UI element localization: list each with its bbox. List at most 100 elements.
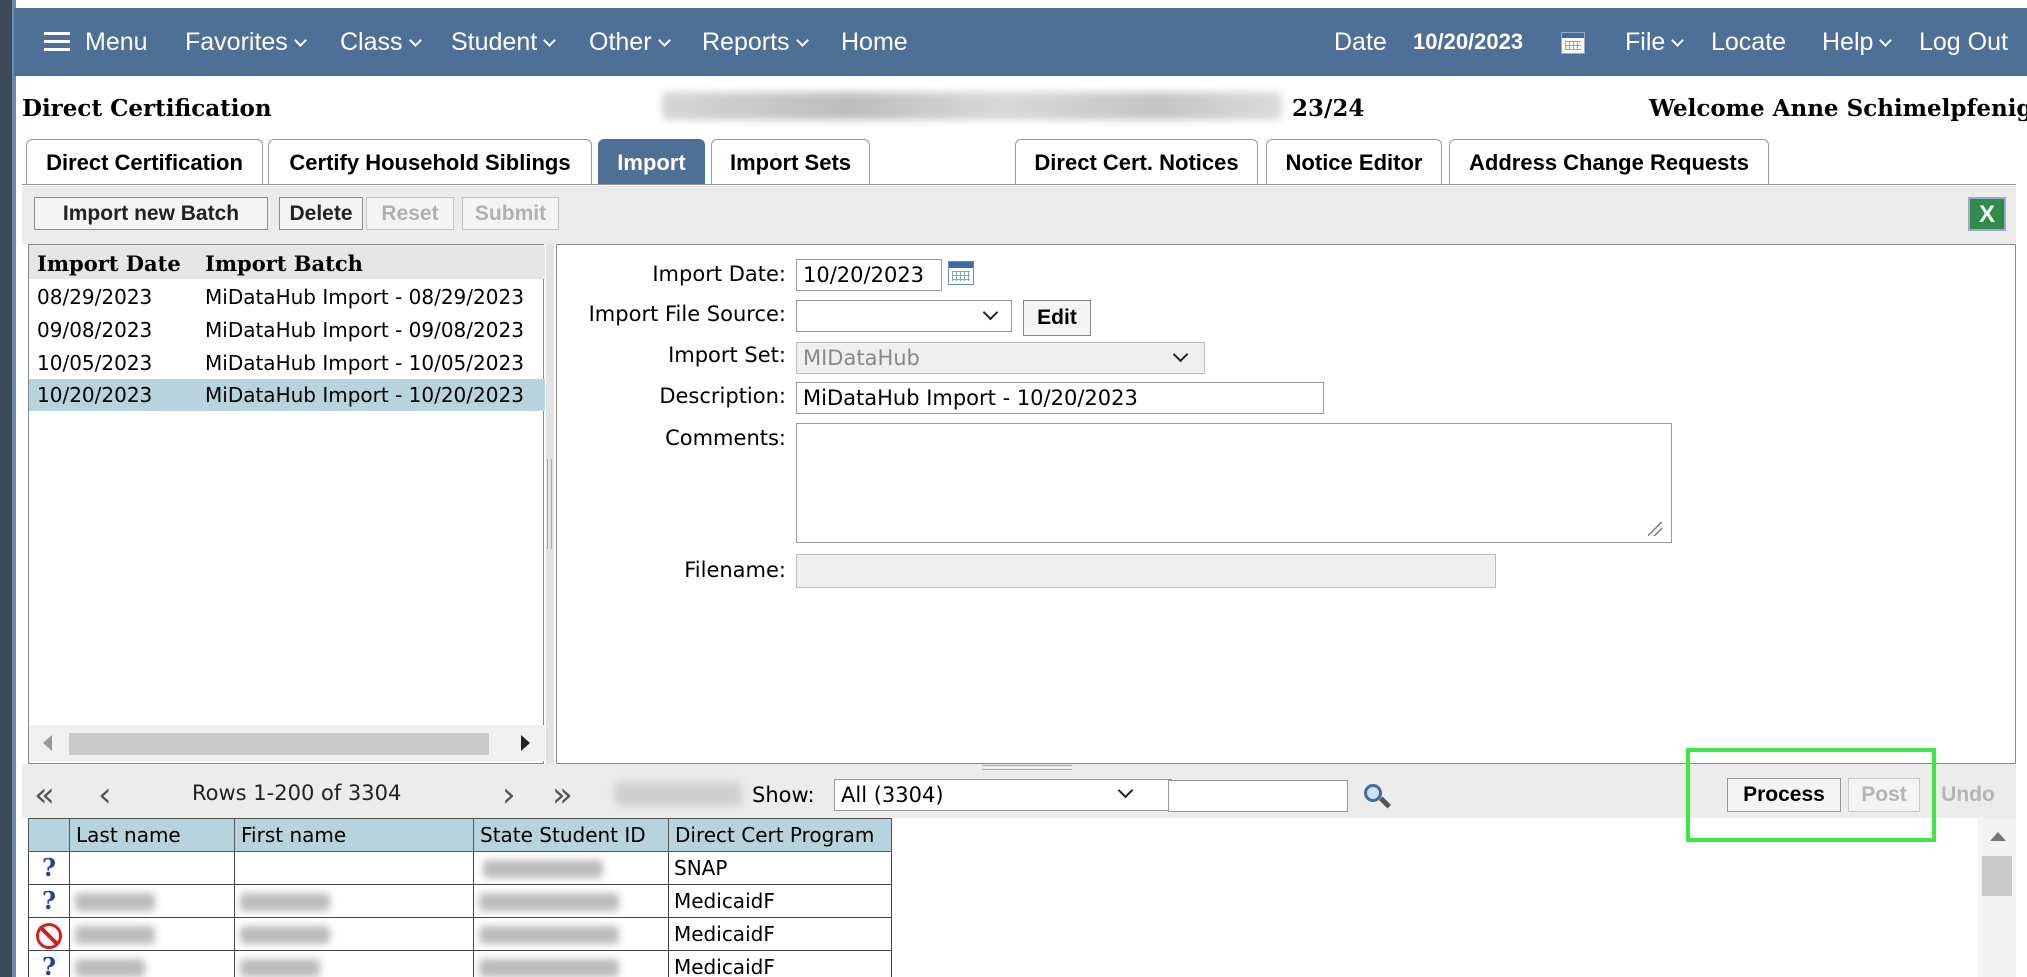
current-date[interactable]: 10/20/2023 bbox=[1413, 29, 1523, 55]
column-import-date[interactable]: Import Date bbox=[37, 251, 181, 276]
question-icon[interactable]: ? bbox=[34, 955, 64, 977]
nav-help-label: Help bbox=[1822, 28, 1874, 56]
tab-address-change-requests[interactable]: Address Change Requests bbox=[1449, 139, 1769, 185]
row-count: Rows 1-200 of 3304 bbox=[192, 781, 402, 805]
scroll-left-icon[interactable] bbox=[43, 735, 52, 751]
search-icon[interactable] bbox=[1362, 782, 1392, 810]
column-last-name[interactable]: Last name bbox=[69, 818, 235, 852]
redacted-text bbox=[479, 959, 619, 977]
nav-reports[interactable]: Reports bbox=[702, 28, 809, 57]
submit-button[interactable]: Submit bbox=[462, 197, 559, 230]
first-name-cell bbox=[234, 885, 474, 918]
undo-button[interactable]: Undo bbox=[1928, 778, 2008, 812]
last-page-icon[interactable]: » bbox=[552, 778, 573, 812]
batch-row[interactable]: 09/08/2023 MiDataHub Import - 09/08/2023 bbox=[29, 314, 545, 346]
column-direct-cert-program[interactable]: Direct Cert Program bbox=[668, 818, 892, 852]
nav-favorites-label: Favorites bbox=[185, 28, 288, 56]
question-icon[interactable]: ? bbox=[34, 856, 64, 880]
blocked-icon[interactable] bbox=[36, 923, 62, 949]
nav-other[interactable]: Other bbox=[589, 28, 671, 57]
previous-page-icon[interactable]: ‹ bbox=[98, 778, 112, 812]
nav-class[interactable]: Class bbox=[340, 28, 422, 57]
batch-row-selected[interactable]: 10/20/2023 MiDataHub Import - 10/20/2023 bbox=[29, 379, 545, 411]
redacted-text bbox=[479, 926, 619, 944]
school-year: 23/24 bbox=[1292, 95, 1365, 122]
chevron-down-icon bbox=[1879, 34, 1893, 47]
scrollbar-thumb[interactable] bbox=[1982, 856, 2012, 896]
reset-button[interactable]: Reset bbox=[366, 197, 454, 230]
tab-notice-editor[interactable]: Notice Editor bbox=[1266, 139, 1442, 185]
vertical-splitter[interactable] bbox=[546, 244, 554, 764]
nav-file[interactable]: File bbox=[1625, 28, 1685, 57]
show-label: Show: bbox=[752, 783, 815, 807]
status-cell[interactable]: ? bbox=[28, 885, 70, 918]
nav-file-label: File bbox=[1625, 28, 1666, 56]
column-status[interactable] bbox=[28, 818, 70, 852]
last-name-cell bbox=[69, 951, 235, 977]
comments-textarea[interactable] bbox=[796, 423, 1672, 543]
chevron-down-icon bbox=[795, 34, 809, 47]
calendar-icon[interactable] bbox=[1561, 32, 1585, 54]
splitter-grip[interactable] bbox=[547, 459, 552, 549]
tab-import-sets[interactable]: Import Sets bbox=[711, 139, 870, 185]
date-label: Date bbox=[1334, 28, 1387, 56]
student-id-cell bbox=[473, 852, 669, 885]
tab-direct-certification[interactable]: Direct Certification bbox=[26, 139, 263, 185]
excel-export-icon[interactable] bbox=[1968, 197, 2006, 231]
delete-button[interactable]: Delete bbox=[279, 197, 363, 230]
import-date-label: Import Date: bbox=[652, 262, 786, 286]
vertical-scrollbar[interactable] bbox=[1978, 818, 2016, 977]
last-name-cell bbox=[69, 852, 235, 885]
tab-direct-cert-notices[interactable]: Direct Cert. Notices bbox=[1015, 139, 1258, 185]
scrollbar-thumb[interactable] bbox=[69, 733, 489, 755]
batch-row[interactable]: 10/05/2023 MiDataHub Import - 10/05/2023 bbox=[29, 347, 545, 379]
import-batch-list: Import Date Import Batch 08/29/2023 MiDa… bbox=[28, 244, 545, 764]
import-file-source-select[interactable] bbox=[796, 300, 1012, 332]
edit-button[interactable]: Edit bbox=[1023, 300, 1091, 336]
column-import-batch[interactable]: Import Batch bbox=[205, 251, 363, 276]
import-date-field[interactable]: 10/20/2023 bbox=[796, 259, 942, 291]
status-cell[interactable]: ? bbox=[28, 852, 70, 885]
nav-reports-label: Reports bbox=[702, 28, 790, 56]
status-cell[interactable] bbox=[28, 918, 70, 951]
batch-row[interactable]: 08/29/2023 MiDataHub Import - 08/29/2023 bbox=[29, 281, 545, 313]
comments-label: Comments: bbox=[665, 426, 786, 450]
batch-date: 10/05/2023 bbox=[37, 351, 153, 375]
nav-student[interactable]: Student bbox=[451, 28, 557, 57]
student-id-cell bbox=[473, 918, 669, 951]
redacted-text bbox=[75, 926, 155, 944]
tab-certify-household-siblings[interactable]: Certify Household Siblings bbox=[268, 139, 592, 185]
first-name-cell bbox=[234, 918, 474, 951]
filename-field[interactable] bbox=[796, 554, 1496, 588]
hamburger-menu-icon[interactable] bbox=[44, 32, 70, 52]
nav-help[interactable]: Help bbox=[1822, 28, 1893, 57]
nav-menu[interactable]: Menu bbox=[85, 28, 148, 57]
import-new-batch-button[interactable]: Import new Batch bbox=[34, 197, 268, 230]
import-set-select[interactable]: MIDataHub bbox=[796, 342, 1205, 374]
nav-favorites[interactable]: Favorites bbox=[185, 28, 307, 57]
first-page-icon[interactable]: « bbox=[34, 778, 55, 812]
top-nav-bar: Menu Favorites Class Student Other Repor… bbox=[14, 8, 2027, 76]
resize-handle-icon[interactable] bbox=[1648, 522, 1662, 536]
splitter-grip[interactable] bbox=[982, 765, 1072, 770]
nav-home[interactable]: Home bbox=[841, 28, 908, 57]
scroll-up-icon[interactable] bbox=[1990, 832, 2006, 841]
column-first-name[interactable]: First name bbox=[234, 818, 474, 852]
grid-search-input[interactable] bbox=[1168, 780, 1348, 812]
column-state-student-id[interactable]: State Student ID bbox=[473, 818, 669, 852]
nav-other-label: Other bbox=[589, 28, 652, 56]
description-field[interactable]: MiDataHub Import - 10/20/2023 bbox=[796, 382, 1324, 414]
nav-log-out[interactable]: Log Out bbox=[1919, 28, 2008, 57]
status-cell[interactable]: ? bbox=[28, 951, 70, 977]
question-icon[interactable]: ? bbox=[34, 889, 64, 913]
batch-name: MiDataHub Import - 10/20/2023 bbox=[205, 383, 524, 407]
student-id-cell bbox=[473, 885, 669, 918]
tab-import[interactable]: Import bbox=[598, 139, 705, 185]
nav-locate[interactable]: Locate bbox=[1711, 28, 1786, 57]
calendar-icon[interactable] bbox=[948, 261, 974, 285]
redacted-text bbox=[479, 893, 619, 911]
next-page-icon[interactable]: › bbox=[502, 778, 516, 812]
scroll-right-icon[interactable] bbox=[521, 735, 530, 751]
student-id-cell bbox=[473, 951, 669, 977]
horizontal-scrollbar[interactable] bbox=[29, 725, 545, 761]
